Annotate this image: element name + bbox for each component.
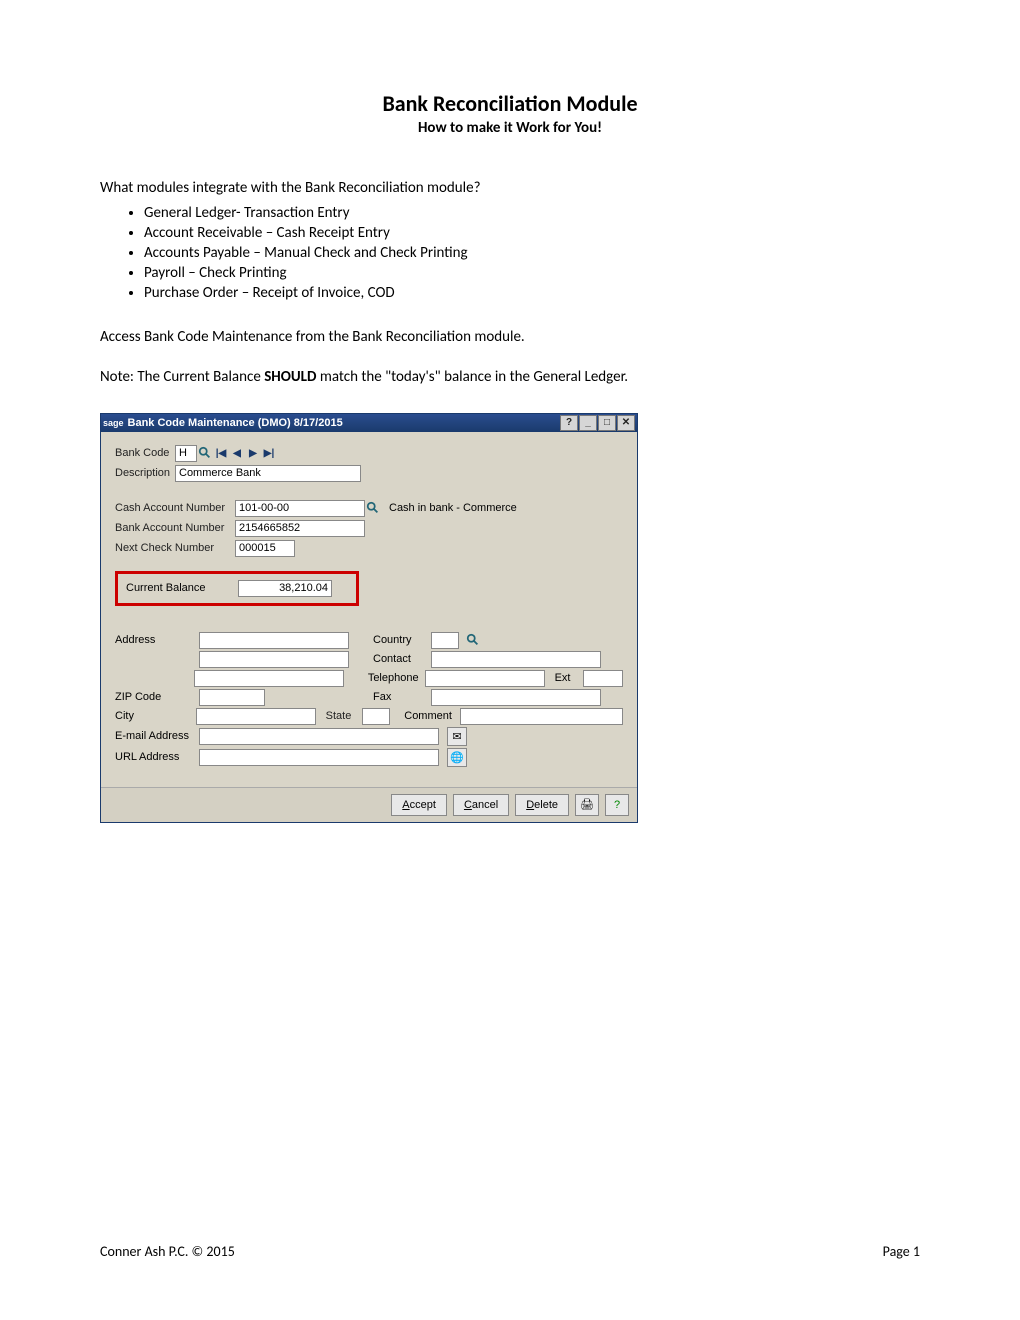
current-balance-highlight: Current Balance xyxy=(115,571,359,606)
bullet-list: General Ledger- Transaction Entry Accoun… xyxy=(144,204,920,302)
state-input[interactable] xyxy=(362,708,390,725)
footer-right: Page 1 xyxy=(883,1243,920,1260)
address-line3-input[interactable] xyxy=(194,670,344,687)
telephone-input[interactable] xyxy=(425,670,545,687)
minimize-button[interactable]: _ xyxy=(579,415,597,431)
contact-label: Contact xyxy=(373,653,425,665)
first-record-icon[interactable]: |◀ xyxy=(213,445,229,461)
note-text: Note: The Current Balance SHOULD match t… xyxy=(100,366,920,389)
zip-input[interactable] xyxy=(199,689,265,706)
lookup-icon[interactable] xyxy=(365,500,381,516)
note-suffix: match the "today's" balance in the Gener… xyxy=(316,368,628,386)
maximize-button[interactable]: □ xyxy=(598,415,616,431)
paragraph: Access Bank Code Maintenance from the Ba… xyxy=(100,326,920,349)
note-bold: SHOULD xyxy=(264,368,316,386)
bank-code-label: Bank Code xyxy=(115,447,175,459)
help-icon[interactable]: ? xyxy=(605,794,629,816)
lookup-icon[interactable] xyxy=(197,445,213,461)
cash-account-label: Cash Account Number xyxy=(115,502,235,514)
comment-input[interactable] xyxy=(460,708,623,725)
url-input[interactable] xyxy=(199,749,439,766)
cancel-button[interactable]: Cancel xyxy=(453,794,509,816)
next-check-input[interactable] xyxy=(235,540,295,557)
prev-record-icon[interactable]: ◀ xyxy=(229,445,245,461)
cash-account-input[interactable] xyxy=(235,500,365,517)
fax-input[interactable] xyxy=(431,689,601,706)
email-input[interactable] xyxy=(199,728,439,745)
list-item: General Ledger- Transaction Entry xyxy=(144,204,920,222)
titlebar: sage Bank Code Maintenance (DMO) 8/17/20… xyxy=(101,414,637,432)
brand-logo: sage xyxy=(103,418,124,428)
email-icon[interactable]: ✉ xyxy=(447,727,467,746)
contact-input[interactable] xyxy=(431,651,601,668)
current-balance-label: Current Balance xyxy=(126,582,238,594)
state-label: State xyxy=(326,710,357,722)
app-window: sage Bank Code Maintenance (DMO) 8/17/20… xyxy=(100,413,638,823)
footer-left: Conner Ash P.C. © 2015 xyxy=(100,1243,235,1260)
country-label: Country xyxy=(373,634,425,646)
country-input[interactable] xyxy=(431,632,459,649)
print-icon[interactable]: 🖨 xyxy=(575,794,599,816)
next-check-label: Next Check Number xyxy=(115,542,235,554)
bank-code-input[interactable] xyxy=(175,445,197,462)
last-record-icon[interactable]: ▶| xyxy=(261,445,277,461)
accept-button[interactable]: AAcceptccept xyxy=(391,794,447,816)
cash-account-desc: Cash in bank - Commerce xyxy=(389,502,517,514)
description-label: Description xyxy=(115,467,175,479)
telephone-label: Telephone xyxy=(368,672,419,684)
page-subtitle: How to make it Work for You! xyxy=(100,119,920,137)
help-button[interactable]: ? xyxy=(560,415,578,431)
bank-account-input[interactable] xyxy=(235,520,365,537)
email-label: E-mail Address xyxy=(115,730,193,742)
list-item: Account Receivable – Cash Receipt Entry xyxy=(144,224,920,242)
fax-label: Fax xyxy=(373,691,425,703)
bank-account-label: Bank Account Number xyxy=(115,522,235,534)
close-button[interactable]: ✕ xyxy=(617,415,635,431)
url-label: URL Address xyxy=(115,751,193,763)
list-item: Payroll – Check Printing xyxy=(144,264,920,282)
window-title: Bank Code Maintenance (DMO) 8/17/2015 xyxy=(128,417,343,429)
delete-button[interactable]: Delete xyxy=(515,794,569,816)
city-label: City xyxy=(115,710,190,722)
globe-icon[interactable]: 🌐 xyxy=(447,748,467,767)
address-label: Address xyxy=(115,634,193,646)
current-balance-input[interactable] xyxy=(238,580,332,597)
zip-label: ZIP Code xyxy=(115,691,193,703)
note-prefix: Note: The Current Balance xyxy=(100,368,264,386)
address-line2-input[interactable] xyxy=(199,651,349,668)
city-input[interactable] xyxy=(196,708,316,725)
description-input[interactable] xyxy=(175,465,361,482)
page-title: Bank Reconciliation Module xyxy=(100,90,920,117)
next-record-icon[interactable]: ▶ xyxy=(245,445,261,461)
list-item: Purchase Order – Receipt of Invoice, COD xyxy=(144,284,920,302)
address-line1-input[interactable] xyxy=(199,632,349,649)
ext-label: Ext xyxy=(555,672,577,684)
ext-input[interactable] xyxy=(583,670,623,687)
comment-label: Comment xyxy=(404,710,454,722)
lookup-icon[interactable] xyxy=(465,632,481,648)
list-item: Accounts Payable – Manual Check and Chec… xyxy=(144,244,920,262)
question-text: What modules integrate with the Bank Rec… xyxy=(100,177,920,200)
